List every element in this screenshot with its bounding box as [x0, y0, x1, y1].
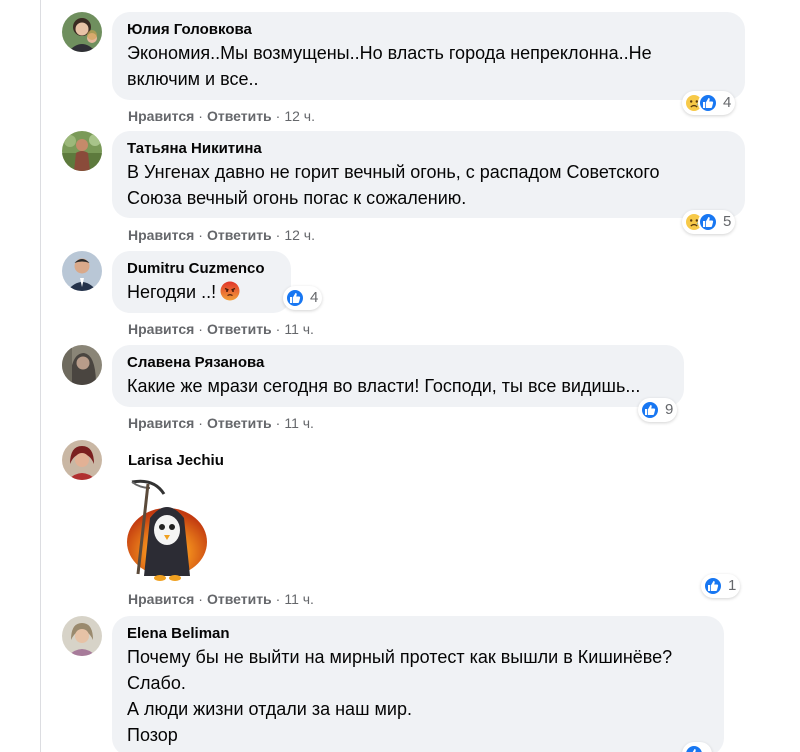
like-reaction-icon [640, 400, 660, 420]
reply-link[interactable]: Ответить [207, 227, 272, 243]
separator: · [275, 108, 281, 124]
comment-actions: Нравится · Ответить · 11 ч. [128, 320, 314, 338]
reaction-count: 9 [665, 401, 674, 418]
comment-time[interactable]: 11 ч. [284, 321, 314, 337]
separator: · [198, 415, 203, 431]
comment-author[interactable]: Славена Рязанова [127, 353, 672, 373]
reply-link[interactable]: Ответить [207, 321, 272, 337]
comment-actions: Нравится · Ответить · 12 ч. [128, 107, 315, 125]
comment-author[interactable]: Татьяна Никитина [127, 139, 733, 159]
comment-text-content: Негодяи ..! [127, 282, 217, 302]
like-link[interactable]: Нравится [128, 227, 194, 243]
comment-author[interactable]: Elena Beliman [127, 624, 712, 644]
comment-actions: Нравится · Ответить · 11 ч. [128, 414, 314, 432]
comment-bubble: Славена Рязанова Какие же мрази сегодня … [112, 345, 684, 407]
reaction-summary[interactable]: 9 [638, 398, 678, 422]
separator: · [198, 321, 203, 337]
like-reaction-icon [698, 212, 718, 232]
avatar[interactable] [62, 12, 102, 52]
grim-reaper-sticker[interactable] [120, 478, 210, 582]
comment-text: Экономия..Мы возмущены..Но власть города… [127, 43, 652, 89]
separator: · [275, 321, 281, 337]
like-reaction-icon [698, 93, 718, 113]
comment-bubble: Татьяна Никитина В Унгенах давно не гори… [112, 131, 745, 218]
like-reaction-icon [285, 288, 305, 308]
reaction-summary[interactable]: 4 [283, 286, 323, 310]
comment-author[interactable]: Юлия Головкова [127, 20, 733, 40]
separator: · [275, 415, 281, 431]
avatar[interactable] [62, 616, 102, 656]
like-link[interactable]: Нравится [128, 415, 194, 431]
like-link[interactable]: Нравится [128, 591, 194, 607]
comment-actions: Нравится · Ответить · 12 ч. [128, 226, 315, 244]
separator: · [198, 591, 203, 607]
comment-time[interactable]: 12 ч. [284, 108, 315, 124]
reply-link[interactable]: Ответить [207, 415, 272, 431]
reply-link[interactable]: Ответить [207, 591, 272, 607]
comment-time[interactable]: 11 ч. [284, 591, 314, 607]
reaction-summary[interactable]: 1 [701, 574, 741, 598]
reply-link[interactable]: Ответить [207, 108, 272, 124]
like-link[interactable]: Нравится [128, 321, 194, 337]
comment-bubble: Dumitru Cuzmenco Негодяи ..! [112, 251, 291, 313]
separator: · [198, 227, 203, 243]
comment-author[interactable]: Larisa Jechiu [128, 451, 224, 471]
separator: · [275, 591, 281, 607]
comment-text: В Унгенах давно не горит вечный огонь, с… [127, 162, 660, 208]
comment-actions: Нравится · Ответить · 11 ч. [128, 590, 314, 608]
reaction-summary[interactable]: 5 [682, 210, 736, 234]
comment-author[interactable]: Dumitru Cuzmenco [127, 259, 279, 279]
like-link[interactable]: Нравится [128, 108, 194, 124]
angry-emoji-icon [220, 281, 240, 301]
separator: · [198, 108, 203, 124]
reaction-count: 1 [728, 577, 737, 594]
reaction-summary[interactable]: 4 [682, 91, 736, 115]
avatar[interactable] [62, 131, 102, 171]
thread-line [40, 0, 41, 752]
comment-text: Почему бы не выйти на мирный протест как… [127, 647, 673, 745]
avatar[interactable] [62, 251, 102, 291]
comment-bubble: Юлия Головкова Экономия..Мы возмущены..Н… [112, 12, 745, 100]
comment-text: Какие же мрази сегодня во власти! Господ… [127, 376, 641, 396]
separator: · [275, 227, 281, 243]
avatar[interactable] [62, 440, 102, 480]
comment-text: Негодяи ..! [127, 279, 279, 305]
comment-time[interactable]: 12 ч. [284, 227, 315, 243]
like-reaction-icon [684, 744, 704, 752]
reaction-count: 4 [310, 289, 319, 306]
comment-time[interactable]: 11 ч. [284, 415, 314, 431]
like-reaction-icon [703, 576, 723, 596]
reaction-count: 4 [723, 94, 732, 111]
reaction-count: 5 [723, 213, 732, 230]
comment-bubble: Elena Beliman Почему бы не выйти на мирн… [112, 616, 724, 752]
avatar[interactable] [62, 345, 102, 385]
